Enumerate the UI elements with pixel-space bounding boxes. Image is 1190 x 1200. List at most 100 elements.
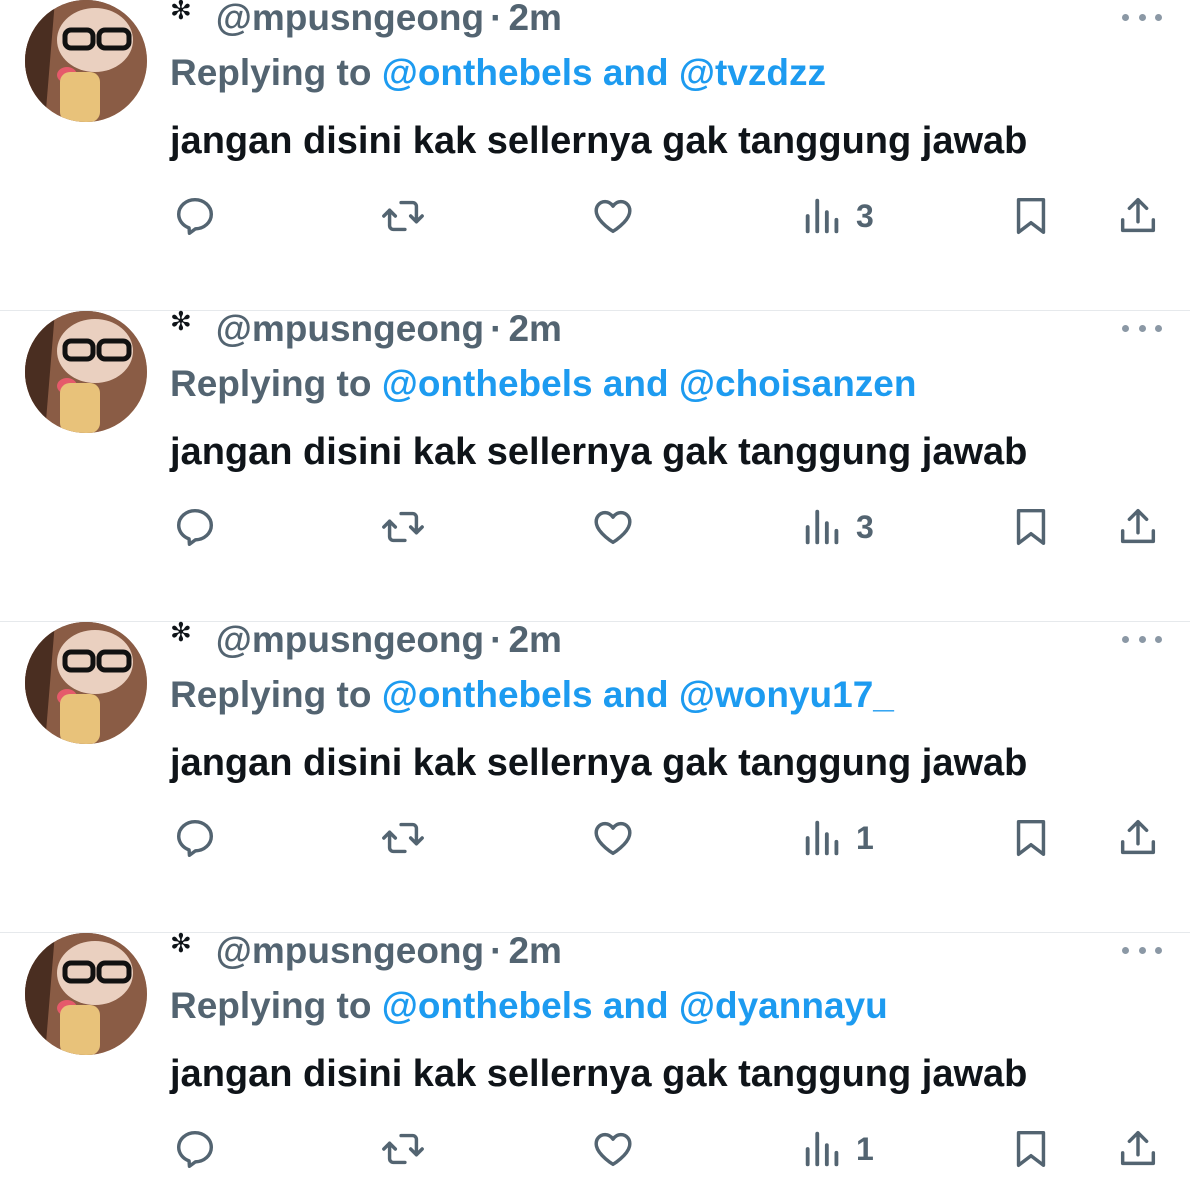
- share-icon: [1120, 197, 1156, 233]
- reply-user-link[interactable]: @onthebels: [382, 52, 593, 93]
- views-button[interactable]: 1: [800, 812, 874, 864]
- separator-dot: ·: [490, 0, 503, 38]
- avatar[interactable]: [25, 622, 147, 744]
- timestamp[interactable]: 2m: [508, 930, 561, 972]
- avatar[interactable]: [25, 0, 147, 122]
- bookmark-icon: [1016, 197, 1046, 235]
- reply-button[interactable]: [172, 501, 218, 553]
- tweet-header: ✻ @mpusngeong · 2m: [170, 0, 562, 39]
- tweet-text: jangan disini kak sellernya gak tanggung…: [170, 1053, 1028, 1095]
- reply-button[interactable]: [172, 812, 218, 864]
- retweet-button[interactable]: [380, 1123, 426, 1175]
- tweet[interactable]: ✻ @mpusngeong · 2m Replying to @onthebel…: [0, 616, 1190, 933]
- retweet-icon: [382, 822, 424, 854]
- reply-feed: ✻ @mpusngeong · 2m Replying to @onthebel…: [0, 0, 1190, 1200]
- reply-button[interactable]: [172, 190, 218, 242]
- avatar[interactable]: [25, 933, 147, 1055]
- retweet-icon: [382, 511, 424, 543]
- handle[interactable]: @mpusngeong: [216, 0, 484, 39]
- reply-user-link[interactable]: @onthebels: [382, 674, 593, 715]
- replying-prefix: Replying to: [170, 363, 372, 404]
- bookmark-icon: [1016, 508, 1046, 546]
- tweet[interactable]: ✻ @mpusngeong · 2m Replying to @onthebel…: [0, 0, 1190, 311]
- reply-user-link[interactable]: @onthebels: [382, 985, 593, 1026]
- views-button[interactable]: 3: [800, 501, 874, 553]
- share-icon: [1120, 819, 1156, 855]
- share-button[interactable]: [1115, 1123, 1161, 1175]
- views-count: 3: [856, 197, 874, 234]
- name-mark: ✻: [170, 305, 192, 336]
- bookmark-button[interactable]: [1008, 501, 1054, 553]
- reply-button[interactable]: [172, 1123, 218, 1175]
- views-button[interactable]: 3: [800, 190, 874, 242]
- more-icon[interactable]: [1122, 10, 1162, 24]
- separator-dot: ·: [490, 619, 503, 660]
- views-count: 1: [856, 819, 874, 856]
- tweet-text: jangan disini kak sellernya gak tanggung…: [170, 742, 1028, 784]
- reply-user-link[interactable]: @onthebels: [382, 363, 593, 404]
- replying-to: Replying to @onthebels and @choisanzen: [170, 363, 916, 405]
- more-icon[interactable]: [1122, 943, 1162, 957]
- share-button[interactable]: [1115, 501, 1161, 553]
- bookmark-button[interactable]: [1008, 190, 1054, 242]
- heart-icon: [594, 199, 632, 234]
- reply-user-link[interactable]: @wonyu17_: [679, 674, 894, 715]
- replying-to: Replying to @onthebels and @tvzdzz: [170, 52, 826, 94]
- bookmark-button[interactable]: [1008, 1123, 1054, 1175]
- bookmark-icon: [1016, 819, 1046, 857]
- bookmark-button[interactable]: [1008, 812, 1054, 864]
- replying-prefix: Replying to: [170, 52, 372, 93]
- views-icon: [805, 509, 839, 545]
- reply-icon: [176, 1130, 214, 1168]
- more-icon[interactable]: [1122, 632, 1162, 646]
- tweet-header: ✻ @mpusngeong · 2m: [170, 616, 562, 661]
- reply-and: and: [602, 674, 669, 715]
- views-count: 1: [856, 1130, 874, 1167]
- reply-user-link[interactable]: @dyannayu: [679, 985, 888, 1026]
- tweet[interactable]: ✻ @mpusngeong · 2m Replying to @onthebel…: [0, 928, 1190, 1200]
- reply-and: and: [602, 363, 669, 404]
- tweet[interactable]: ✻ @mpusngeong · 2m Replying to @onthebel…: [0, 306, 1190, 622]
- reply-user-link[interactable]: @choisanzen: [679, 363, 917, 404]
- like-button[interactable]: [590, 812, 636, 864]
- avatar[interactable]: [25, 311, 147, 433]
- views-button[interactable]: 1: [800, 1123, 874, 1175]
- timestamp[interactable]: 2m: [508, 308, 561, 350]
- replying-to: Replying to @onthebels and @dyannayu: [170, 985, 888, 1027]
- views-icon: [805, 198, 839, 234]
- retweet-icon: [382, 200, 424, 232]
- heart-icon: [594, 821, 632, 856]
- replying-to: Replying to @onthebels and @wonyu17_: [170, 674, 894, 716]
- action-bar: 1: [0, 812, 1190, 872]
- handle[interactable]: @mpusngeong: [216, 930, 484, 972]
- share-button[interactable]: [1115, 812, 1161, 864]
- heart-icon: [594, 1132, 632, 1167]
- reply-icon: [176, 197, 214, 235]
- reply-and: and: [602, 52, 669, 93]
- views-icon: [805, 1131, 839, 1167]
- reply-user-link[interactable]: @tvzdzz: [679, 52, 826, 93]
- action-bar: 3: [0, 501, 1190, 561]
- name-mark: ✻: [170, 927, 192, 958]
- retweet-button[interactable]: [380, 190, 426, 242]
- reply-icon: [176, 819, 214, 857]
- reply-and: and: [602, 985, 669, 1026]
- retweet-button[interactable]: [380, 501, 426, 553]
- action-bar: 1: [0, 1123, 1190, 1183]
- timestamp[interactable]: 2m: [508, 619, 561, 661]
- handle[interactable]: @mpusngeong: [216, 619, 484, 661]
- tweet-text: jangan disini kak sellernya gak tanggung…: [170, 431, 1028, 473]
- tweet-text: jangan disini kak sellernya gak tanggung…: [170, 120, 1028, 162]
- name-mark: ✻: [170, 616, 192, 647]
- reply-icon: [176, 508, 214, 546]
- timestamp[interactable]: 2m: [508, 0, 561, 39]
- share-button[interactable]: [1115, 190, 1161, 242]
- name-mark: ✻: [170, 0, 192, 25]
- more-icon[interactable]: [1122, 321, 1162, 335]
- retweet-button[interactable]: [380, 812, 426, 864]
- share-icon: [1120, 508, 1156, 544]
- like-button[interactable]: [590, 501, 636, 553]
- like-button[interactable]: [590, 1123, 636, 1175]
- like-button[interactable]: [590, 190, 636, 242]
- handle[interactable]: @mpusngeong: [216, 308, 484, 350]
